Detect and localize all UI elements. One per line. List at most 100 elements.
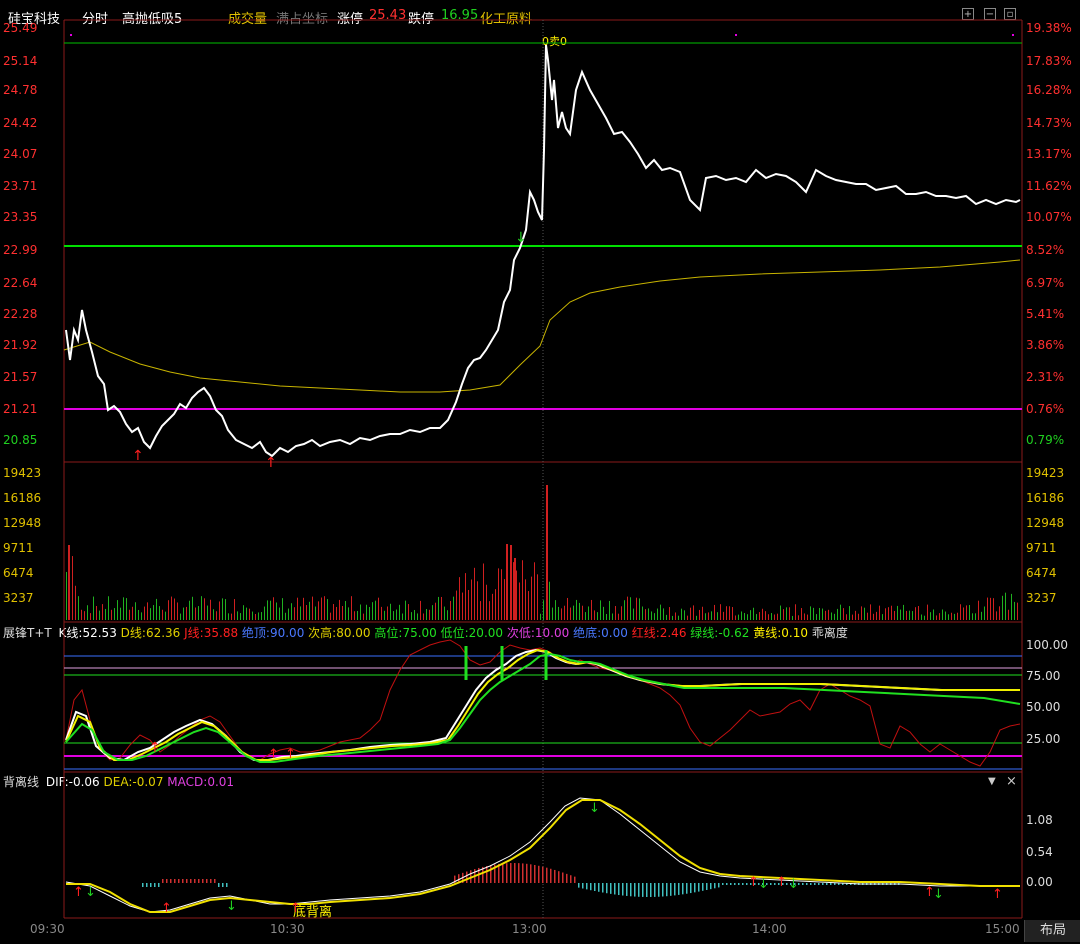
volume-bar: [609, 600, 610, 620]
up-arrow-icon: ↑: [776, 875, 787, 890]
macd-bar: [810, 883, 812, 885]
volume-bar: [936, 615, 937, 620]
volume-bar: [522, 560, 523, 620]
volume-bar: [327, 599, 328, 620]
volume-bar: [1008, 609, 1009, 620]
kdj-j-line: [65, 639, 1021, 767]
volume-bar: [948, 614, 949, 620]
volume-bar: [588, 606, 589, 620]
volume-bar: [645, 609, 646, 620]
macd-bar: [158, 883, 160, 887]
volume-bar: [135, 602, 136, 620]
volume-bar: [426, 608, 427, 620]
volume-bar: [498, 568, 499, 620]
macd-bar: [502, 863, 504, 883]
volume-bar: [489, 601, 490, 620]
volume-bar: [759, 612, 760, 620]
volume-bar: [930, 612, 931, 620]
volume-bar: [84, 611, 85, 620]
volume-bar: [504, 579, 505, 620]
volume-bar: [372, 602, 373, 620]
macd-bar: [466, 871, 468, 883]
macd-bar: [822, 883, 824, 885]
volume-bar: [534, 562, 535, 620]
volume-bar: [687, 615, 688, 620]
macd-bar: [142, 883, 144, 887]
macd-bar: [630, 883, 632, 897]
volume-bar: [555, 600, 556, 620]
corner-dot: [70, 34, 72, 36]
volume-bar: [336, 606, 337, 620]
volume-bar: [543, 600, 544, 620]
volume-bar: [537, 574, 538, 620]
volume-bar: [747, 614, 748, 620]
macd-bar: [734, 883, 736, 885]
volume-bar: [444, 606, 445, 620]
volume-bar: [516, 570, 517, 620]
volume-bar: [1011, 593, 1012, 620]
macd-bar: [826, 883, 828, 885]
volume-bar: [123, 597, 124, 620]
volume-bar: [615, 606, 616, 620]
corner-dot: [1012, 34, 1014, 36]
macd-bar: [662, 883, 664, 897]
volume-bar: [414, 609, 415, 620]
volume-bar: [363, 613, 364, 620]
macd-bar: [730, 883, 732, 885]
volume-bar: [1017, 602, 1018, 620]
volume-bar: [222, 598, 223, 620]
volume-bar: [279, 607, 280, 620]
volume-bar: [378, 597, 379, 620]
volume-bar: [393, 611, 394, 620]
macd-bar: [162, 879, 164, 883]
down-arrow-icon: ↓: [589, 801, 600, 816]
volume-bar: [978, 600, 979, 620]
avg-price-line: [63, 259, 1021, 393]
volume-bar: [528, 591, 529, 620]
volume-bar: [273, 597, 274, 620]
macd-bar: [718, 883, 720, 888]
volume-bar: [912, 611, 913, 620]
volume-bar: [885, 608, 886, 620]
volume-bar: [360, 604, 361, 620]
volume-bar: [189, 600, 190, 620]
macd-bar: [698, 883, 700, 892]
volume-bar: [264, 606, 265, 620]
volume-bar: [108, 596, 109, 620]
volume-bar: [138, 609, 139, 620]
volume-bar: [375, 600, 376, 620]
dea-line: [66, 799, 1020, 913]
macd-bar: [610, 883, 612, 894]
up-arrow-icon: ↑: [265, 455, 277, 471]
macd-bar: [626, 883, 628, 896]
volume-bar: [87, 605, 88, 620]
macd-bar: [582, 883, 584, 889]
volume-bar: [81, 609, 82, 620]
volume-bar: [798, 615, 799, 620]
volume-bar: [429, 609, 430, 620]
volume-bar: [519, 582, 520, 620]
volume-bar: [318, 601, 319, 620]
volume-bar: [459, 577, 460, 620]
up-arrow-icon: ↑: [161, 901, 172, 916]
volume-bar: [828, 609, 829, 620]
volume-bar: [477, 581, 478, 620]
volume-bar: [156, 598, 157, 620]
volume-bar: [402, 613, 403, 620]
volume-bar: [600, 600, 601, 620]
volume-bar: [750, 610, 751, 620]
macd-bar: [770, 883, 772, 885]
volume-bar: [690, 607, 691, 620]
volume-bar: [1005, 592, 1006, 620]
volume-bar: [447, 610, 448, 620]
volume-bar: [420, 600, 421, 620]
volume-bar: [591, 599, 592, 620]
macd-bar: [722, 883, 724, 885]
volume-bar: [351, 596, 352, 620]
volume-bar: [453, 596, 454, 620]
volume-bar: [249, 608, 250, 620]
volume-bar: [618, 613, 619, 620]
volume-bar: [105, 608, 106, 620]
volume-bar: [702, 606, 703, 620]
volume-bar: [381, 606, 382, 620]
